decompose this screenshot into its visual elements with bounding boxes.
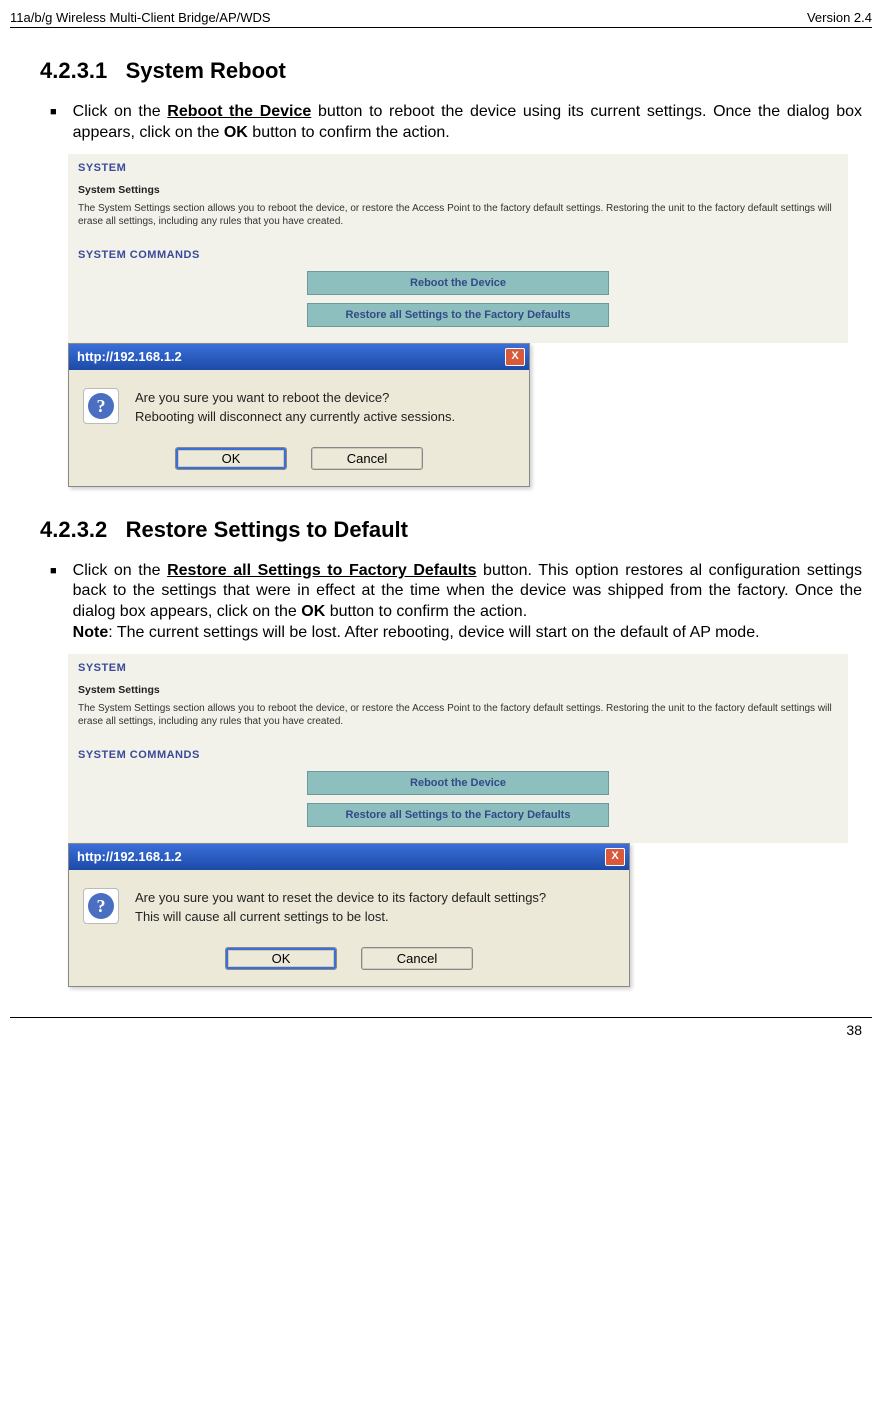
restore-defaults-button[interactable]: Restore all Settings to the Factory Defa… [307, 303, 609, 327]
page-number: 38 [846, 1022, 862, 1038]
close-icon[interactable]: X [605, 848, 625, 866]
text: button to confirm the action. [325, 603, 527, 620]
question-icon: ? [83, 388, 119, 424]
section-heading-restore: 4.2.3.2 Restore Settings to Default [40, 517, 872, 543]
cancel-button[interactable]: Cancel [311, 447, 423, 470]
section-num: 4.2.3.2 [40, 517, 107, 542]
bullet-reboot: ■ Click on the Reboot the Device button … [50, 102, 862, 144]
section-heading-reboot: 4.2.3.1 System Reboot [40, 58, 872, 84]
cancel-button[interactable]: Cancel [361, 947, 473, 970]
dialog-titlebar: http://192.168.1.2 X [69, 844, 629, 870]
restore-defaults-button[interactable]: Restore all Settings to the Factory Defa… [307, 803, 609, 827]
dialog-line2: This will cause all current settings to … [135, 907, 546, 927]
ok-button[interactable]: OK [225, 947, 337, 970]
system-panel: SYSTEM System Settings The System Settin… [68, 154, 848, 343]
dialog-titlebar: http://192.168.1.2 X [69, 344, 529, 370]
panel-description: The System Settings section allows you t… [78, 202, 838, 229]
reboot-device-button[interactable]: Reboot the Device [307, 771, 609, 795]
panel-subtitle: System Settings [78, 184, 838, 196]
dialog-line2: Rebooting will disconnect any currently … [135, 407, 455, 427]
emph-ok: OK [301, 603, 325, 620]
confirm-dialog-restore: http://192.168.1.2 X ? Are you sure you … [68, 843, 630, 987]
page-header: 11a/b/g Wireless Multi-Client Bridge/AP/… [10, 10, 872, 28]
section-num: 4.2.3.1 [40, 58, 107, 83]
dialog-line1: Are you sure you want to reboot the devi… [135, 388, 455, 408]
panel-title: SYSTEM [78, 662, 838, 674]
section-title: Restore Settings to Default [126, 517, 408, 542]
panel-subtitle: System Settings [78, 684, 838, 696]
note-text: : The current settings will be lost. Aft… [108, 624, 759, 641]
header-left: 11a/b/g Wireless Multi-Client Bridge/AP/… [10, 10, 271, 25]
text: Click on the [73, 562, 167, 579]
ok-button[interactable]: OK [175, 447, 287, 470]
bullet-marker-icon: ■ [50, 102, 57, 144]
dialog-message: Are you sure you want to reset the devic… [135, 888, 546, 927]
panel-commands-title: SYSTEM COMMANDS [78, 749, 838, 761]
panel-description: The System Settings section allows you t… [78, 702, 838, 729]
dialog-title-text: http://192.168.1.2 [77, 849, 182, 864]
emph-ok: OK [224, 124, 248, 141]
section-title: System Reboot [126, 58, 286, 83]
close-icon[interactable]: X [505, 348, 525, 366]
text: Click on the [73, 103, 168, 120]
bullet-text: Click on the Reboot the Device button to… [73, 102, 862, 144]
system-panel: SYSTEM System Settings The System Settin… [68, 654, 848, 843]
confirm-dialog-reboot: http://192.168.1.2 X ? Are you sure you … [68, 343, 530, 487]
page-footer: 38 [10, 1017, 872, 1038]
bullet-restore: ■ Click on the Restore all Settings to F… [50, 561, 862, 644]
bullet-text: Click on the Restore all Settings to Fac… [73, 561, 862, 644]
text: button to confirm the action. [248, 124, 450, 141]
dialog-line1: Are you sure you want to reset the devic… [135, 888, 546, 908]
panel-title: SYSTEM [78, 162, 838, 174]
reboot-device-button[interactable]: Reboot the Device [307, 271, 609, 295]
dialog-message: Are you sure you want to reboot the devi… [135, 388, 455, 427]
note-label: Note [73, 624, 109, 641]
question-icon: ? [83, 888, 119, 924]
bullet-marker-icon: ■ [50, 561, 57, 644]
emph-reboot-device: Reboot the Device [167, 103, 311, 120]
panel-commands-title: SYSTEM COMMANDS [78, 249, 838, 261]
header-right: Version 2.4 [807, 10, 872, 25]
dialog-title-text: http://192.168.1.2 [77, 349, 182, 364]
emph-restore-defaults: Restore all Settings to Factory Defaults [167, 562, 476, 579]
